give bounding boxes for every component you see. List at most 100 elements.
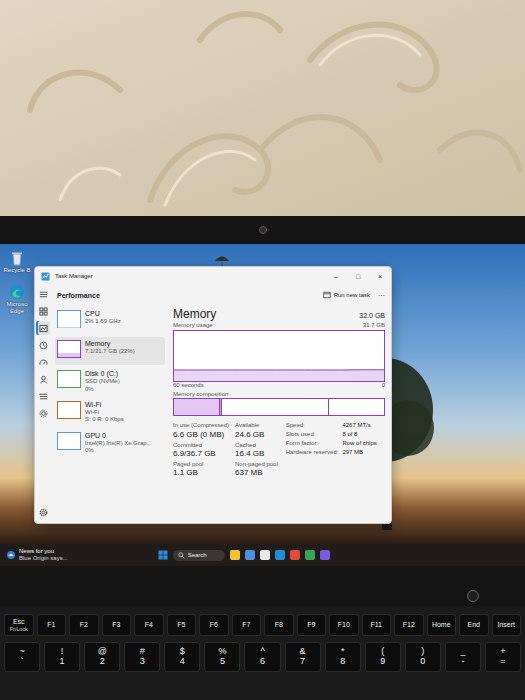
stat: Committed6.9/36.7 GB	[173, 442, 229, 459]
run-new-task-button[interactable]: Run new task	[323, 291, 370, 299]
memory-specs: Speed:4267 MT/sSlots used:8 of 8Form fac…	[286, 422, 377, 478]
key[interactable]: F5	[167, 614, 197, 636]
key[interactable]: Home	[427, 614, 457, 636]
spec-label: Form factor:	[286, 440, 339, 448]
key[interactable]: %5	[204, 642, 240, 672]
camera-icon	[259, 226, 267, 234]
number-row: ~`!1@2#3$4%5^6&7*8(9)0_-+=	[4, 642, 521, 672]
history-icon	[39, 341, 48, 350]
stat: Available24.6 GB	[235, 422, 278, 439]
damask-pattern-icon	[0, 0, 525, 216]
window-controls: –□×	[325, 273, 391, 280]
spec-value: Row of chips	[342, 440, 376, 448]
key[interactable]: F4	[134, 614, 164, 636]
total-memory: 32.0 GB	[359, 312, 385, 319]
content: Performance Run new task···CPU2% 1.69 GH…	[51, 285, 391, 523]
windows-start-icon[interactable]	[158, 550, 168, 560]
title-bar[interactable]: Task Manager–□×	[35, 267, 391, 285]
app-icon[interactable]	[305, 550, 315, 560]
stat: In use (Compressed)6.6 GB (0 MB)	[173, 422, 229, 439]
key[interactable]: F1	[37, 614, 67, 636]
spec-value: 8 of 8	[342, 431, 376, 439]
mini-graph	[57, 340, 81, 358]
resource-item[interactable]: Disk 0 (C:)SSD (NVMe)0%	[55, 367, 165, 396]
key[interactable]: F3	[102, 614, 132, 636]
resource-list: CPU2% 1.69 GHzMemory7.1/31.7 GB (22%)Dis…	[51, 305, 167, 523]
key[interactable]: F11	[362, 614, 392, 636]
services-icon	[39, 409, 48, 418]
key[interactable]: +=	[485, 642, 521, 672]
recycle-bin-icon	[9, 250, 25, 266]
app-icon[interactable]	[320, 550, 330, 560]
key[interactable]: F7	[232, 614, 262, 636]
mini-graph	[57, 310, 81, 328]
mini-graph	[57, 401, 81, 419]
nav-rail	[35, 285, 51, 523]
page-header: Performance Run new task···	[51, 285, 391, 305]
key[interactable]: Insert	[492, 614, 522, 636]
key[interactable]: )0	[405, 642, 441, 672]
spec-value: 4267 MT/s	[342, 422, 376, 430]
key[interactable]: End	[459, 614, 489, 636]
resource-item[interactable]: CPU2% 1.69 GHz	[55, 307, 165, 335]
nav-rail-item[interactable]	[36, 304, 50, 318]
resource-item[interactable]: Memory7.1/31.7 GB (22%)	[55, 337, 165, 365]
key[interactable]: _-	[445, 642, 481, 672]
weather-icon	[6, 550, 16, 560]
processes-icon	[39, 307, 48, 316]
spec-label: Hardware reserved:	[286, 449, 339, 457]
news-widget[interactable]: News for youBlue Origin says...	[6, 548, 68, 562]
nav-rail-item[interactable]	[36, 355, 50, 369]
key[interactable]: $4	[164, 642, 200, 672]
nav-rail-item[interactable]	[36, 372, 50, 386]
app-icon[interactable]	[290, 550, 300, 560]
nav-rail-item[interactable]	[36, 338, 50, 352]
settings-icon	[39, 508, 48, 517]
key[interactable]: F9	[297, 614, 327, 636]
wallpaper	[0, 0, 525, 216]
key[interactable]: (9	[365, 642, 401, 672]
key[interactable]: @2	[84, 642, 120, 672]
settings-button[interactable]	[36, 505, 50, 519]
search-box[interactable]: Search	[173, 550, 225, 561]
key[interactable]: EscFnLock	[4, 614, 34, 636]
run-task-icon	[323, 291, 331, 299]
app-icon[interactable]	[260, 550, 270, 560]
more-button[interactable]: ···	[378, 292, 385, 299]
resource-item[interactable]: Wi-FiWi-FiS: 0 R: 0 Kbps	[55, 398, 165, 427]
nav-rail-item[interactable]	[36, 406, 50, 420]
key[interactable]: F8	[264, 614, 294, 636]
key[interactable]: ~`	[4, 642, 40, 672]
app-icon[interactable]	[230, 550, 240, 560]
desktop-icon[interactable]: Microso Edge	[2, 284, 32, 315]
desktop-icons: Recycle B Microso Edge	[2, 250, 32, 315]
users-icon	[39, 375, 48, 384]
window-control-button[interactable]: □	[347, 273, 369, 280]
performance-icon	[39, 324, 48, 333]
power-button[interactable]	[467, 590, 479, 602]
resource-item[interactable]: GPU 0Intel(R) Iris(R) Xe Grap...0%	[55, 429, 165, 458]
key[interactable]: *8	[325, 642, 361, 672]
nav-rail-item[interactable]	[36, 321, 50, 335]
search-icon	[178, 552, 185, 559]
key[interactable]: &7	[285, 642, 321, 672]
taskbar: News for youBlue Origin says... Search	[0, 544, 525, 566]
key[interactable]: #3	[124, 642, 160, 672]
key[interactable]: !1	[44, 642, 80, 672]
desktop-icon[interactable]: Recycle B	[2, 250, 32, 274]
key[interactable]: ^6	[244, 642, 280, 672]
usage-area	[174, 370, 384, 381]
task-manager-window[interactable]: Task Manager–□×Performance Run new task·…	[34, 266, 392, 524]
nav-rail-item[interactable]	[36, 287, 50, 301]
app-icon[interactable]	[275, 550, 285, 560]
key[interactable]: F6	[199, 614, 229, 636]
startup-icon	[39, 358, 48, 367]
key[interactable]: F12	[394, 614, 424, 636]
key[interactable]: F2	[69, 614, 99, 636]
key[interactable]: F10	[329, 614, 359, 636]
app-icon[interactable]	[245, 550, 255, 560]
window-control-button[interactable]: ×	[369, 273, 391, 280]
usage-line	[174, 369, 384, 370]
window-control-button[interactable]: –	[325, 273, 347, 280]
nav-rail-item[interactable]	[36, 389, 50, 403]
